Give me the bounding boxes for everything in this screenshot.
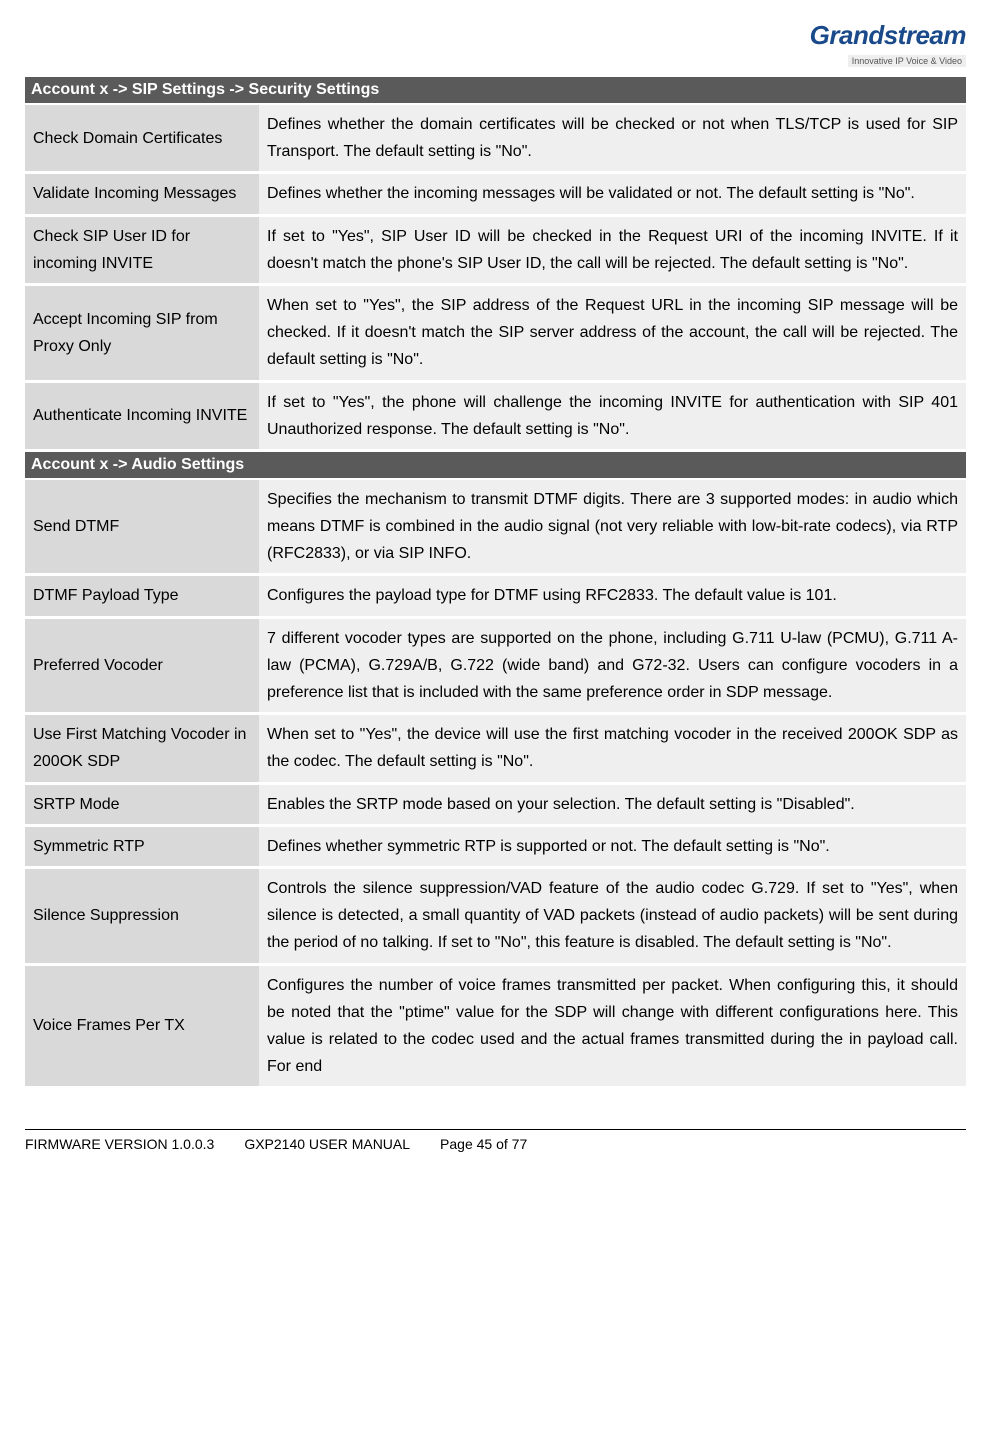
setting-label: Symmetric RTP (25, 825, 259, 867)
setting-label: Use First Matching Vocoder in 200OK SDP (25, 714, 259, 783)
setting-label: Validate Incoming Messages (25, 173, 259, 215)
settings-table: Send DTMFSpecifies the mechanism to tran… (25, 480, 966, 1089)
setting-description: If set to "Yes", the phone will challeng… (259, 381, 966, 450)
brand-name: Grandstream (810, 20, 966, 51)
footer-version: FIRMWARE VERSION 1.0.0.3 (25, 1136, 214, 1152)
settings-table: Check Domain CertificatesDefines whether… (25, 105, 966, 452)
table-row: Silence SuppressionControls the silence … (25, 867, 966, 964)
setting-description: Configures the payload type for DTMF usi… (259, 575, 966, 617)
setting-description: 7 different vocoder types are supported … (259, 617, 966, 714)
setting-label: Accept Incoming SIP from Proxy Only (25, 284, 259, 381)
table-row: SRTP ModeEnables the SRTP mode based on … (25, 783, 966, 825)
brand-logo: Grandstream Innovative IP Voice & Video (810, 20, 966, 69)
table-row: Use First Matching Vocoder in 200OK SDPW… (25, 714, 966, 783)
setting-label: Authenticate Incoming INVITE (25, 381, 259, 450)
setting-description: Configures the number of voice frames tr… (259, 964, 966, 1088)
page-footer: FIRMWARE VERSION 1.0.0.3 GXP2140 USER MA… (25, 1129, 966, 1152)
table-row: Accept Incoming SIP from Proxy OnlyWhen … (25, 284, 966, 381)
section-header: Account x -> Audio Settings (25, 452, 966, 480)
table-row: Symmetric RTPDefines whether symmetric R… (25, 825, 966, 867)
setting-description: Defines whether the domain certificates … (259, 105, 966, 173)
footer-manual: GXP2140 USER MANUAL (244, 1136, 410, 1152)
setting-label: Check Domain Certificates (25, 105, 259, 173)
brand-tagline: Innovative IP Voice & Video (848, 55, 966, 67)
setting-description: Enables the SRTP mode based on your sele… (259, 783, 966, 825)
table-row: DTMF Payload TypeConfigures the payload … (25, 575, 966, 617)
table-row: Authenticate Incoming INVITEIf set to "Y… (25, 381, 966, 450)
setting-label: Voice Frames Per TX (25, 964, 259, 1088)
setting-description: When set to "Yes", the SIP address of th… (259, 284, 966, 381)
table-row: Check SIP User ID for incoming INVITEIf … (25, 215, 966, 284)
setting-label: Preferred Vocoder (25, 617, 259, 714)
footer-page: Page 45 of 77 (440, 1136, 527, 1152)
table-row: Send DTMFSpecifies the mechanism to tran… (25, 480, 966, 575)
setting-description: When set to "Yes", the device will use t… (259, 714, 966, 783)
setting-description: Controls the silence suppression/VAD fea… (259, 867, 966, 964)
setting-description: Defines whether the incoming messages wi… (259, 173, 966, 215)
logo-block: Grandstream Innovative IP Voice & Video (25, 20, 966, 69)
table-row: Validate Incoming MessagesDefines whethe… (25, 173, 966, 215)
setting-label: Silence Suppression (25, 867, 259, 964)
section-header: Account x -> SIP Settings -> Security Se… (25, 77, 966, 105)
setting-label: Check SIP User ID for incoming INVITE (25, 215, 259, 284)
table-row: Check Domain CertificatesDefines whether… (25, 105, 966, 173)
table-row: Voice Frames Per TXConfigures the number… (25, 964, 966, 1088)
setting-label: DTMF Payload Type (25, 575, 259, 617)
table-row: Preferred Vocoder7 different vocoder typ… (25, 617, 966, 714)
setting-description: Defines whether symmetric RTP is support… (259, 825, 966, 867)
setting-description: Specifies the mechanism to transmit DTMF… (259, 480, 966, 575)
setting-label: Send DTMF (25, 480, 259, 575)
setting-description: If set to "Yes", SIP User ID will be che… (259, 215, 966, 284)
setting-label: SRTP Mode (25, 783, 259, 825)
